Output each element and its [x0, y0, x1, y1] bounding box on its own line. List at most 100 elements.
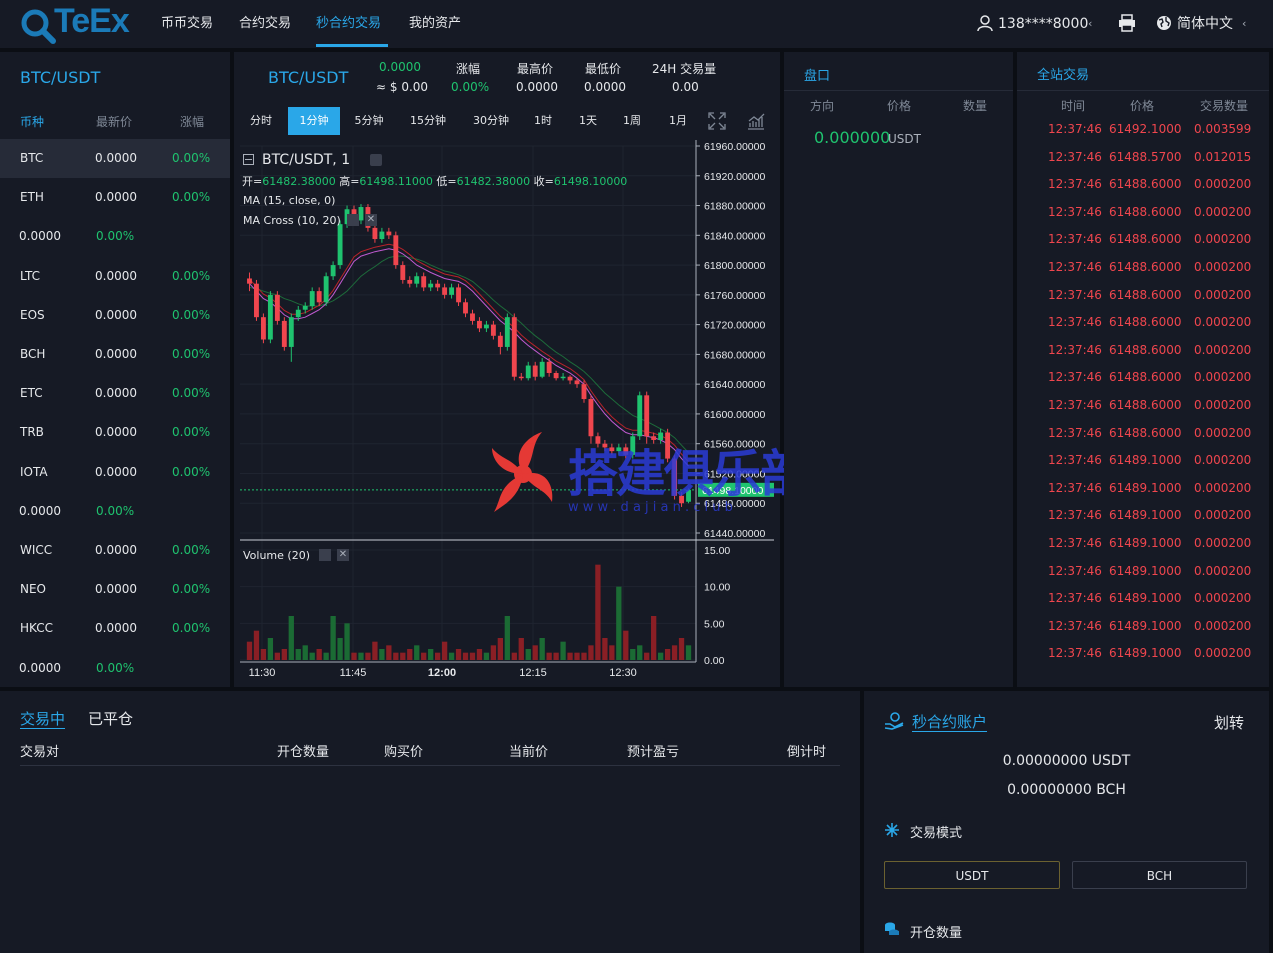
- volume-bar: [421, 652, 427, 660]
- price-tick-label: 61840.00000: [704, 230, 765, 242]
- market-row[interactable]: BCH 0.0000 0.00%: [0, 335, 230, 374]
- candle-body: [372, 227, 378, 240]
- ma-settings-icon[interactable]: [347, 214, 359, 226]
- candle-body: [428, 283, 434, 288]
- candle-body: [483, 324, 489, 329]
- volume-bar: [657, 652, 664, 660]
- watermark-logo-icon: [492, 432, 553, 512]
- col-change: 涨幅: [180, 115, 205, 129]
- legend-high: 61498.11000: [359, 175, 433, 188]
- user-chevron-icon[interactable]: ‹: [1088, 0, 1092, 48]
- ma-close-icon[interactable]: ✕: [365, 214, 377, 226]
- market-row[interactable]: 0.0000 0.00%: [0, 649, 230, 688]
- trade-row-time: 12:37:46: [1048, 563, 1102, 578]
- account-title[interactable]: 秒合约账户: [912, 711, 987, 732]
- trade-row-quantity: 0.000200: [1194, 398, 1252, 412]
- legend-close-label: 收=: [533, 175, 554, 188]
- candle-body: [407, 279, 413, 284]
- candle-body: [358, 207, 364, 221]
- volume-bar: [246, 641, 253, 660]
- market-row[interactable]: NEO 0.0000 0.00%: [0, 570, 230, 609]
- trade-row-time: 12:37:46: [1048, 398, 1102, 412]
- market-row[interactable]: WICC 0.0000 0.00%: [0, 531, 230, 570]
- volume-bar: [525, 649, 531, 660]
- timeframe-button[interactable]: 1周: [620, 107, 644, 135]
- volume-bar: [407, 649, 413, 660]
- timeframe-button[interactable]: 分时: [246, 107, 276, 135]
- volume-bar: [253, 630, 260, 660]
- fullscreen-icon[interactable]: [707, 111, 727, 131]
- market-row-coin: WICC: [20, 543, 53, 557]
- market-row-change: 0.00%: [172, 425, 211, 440]
- nav-contract-trading[interactable]: 合约交易: [239, 0, 291, 48]
- legend-settings-icon[interactable]: [370, 154, 382, 166]
- language-selector[interactable]: 简体中文: [1177, 0, 1233, 48]
- trade-row-price: 61488.6000: [1109, 177, 1182, 192]
- trade-row: 12:37:46 61489.1000 0.000200: [1017, 475, 1269, 502]
- trade-row-price: 61489.1000: [1109, 480, 1182, 495]
- candle-body: [247, 278, 252, 284]
- coins-icon: [885, 922, 899, 935]
- market-row[interactable]: IOTA 0.0000 0.00%: [0, 453, 230, 492]
- market-row[interactable]: EOS 0.0000 0.00%: [0, 296, 230, 335]
- legend-symbol: BTC/USDT, 1: [262, 152, 351, 168]
- mode-usdt-button[interactable]: USDT: [884, 861, 1060, 889]
- market-row[interactable]: 0.0000 0.00%: [0, 492, 230, 531]
- volume-close-icon[interactable]: ✕: [337, 549, 349, 561]
- teex-logo[interactable]: TeEx: [20, 2, 140, 44]
- market-row[interactable]: LTC 0.0000 0.00%: [0, 257, 230, 296]
- price-tick-label: 61920.00000: [704, 171, 765, 183]
- globe-icon[interactable]: [1156, 15, 1172, 31]
- market-row-change: 0.00%: [96, 229, 135, 244]
- candle-body: [490, 324, 496, 336]
- time-tick-label: 12:30: [609, 667, 637, 679]
- tab-open-positions[interactable]: 交易中: [20, 708, 65, 729]
- candle-body: [518, 376, 524, 379]
- trade-row-time: 12:37:46: [1048, 453, 1102, 468]
- trade-row: 12:37:46 61489.1000 0.000200: [1017, 613, 1269, 640]
- user-account-label[interactable]: 138****8000: [998, 0, 1088, 48]
- tab-closed-positions[interactable]: 已平仓: [88, 708, 133, 729]
- market-row[interactable]: ETH 0.0000 0.00%: [0, 178, 230, 217]
- transfer-button[interactable]: 划转: [1214, 712, 1244, 733]
- volume-bar: [330, 616, 336, 660]
- trade-row-quantity: 0.000200: [1194, 204, 1252, 219]
- nav-my-assets[interactable]: 我的资产: [409, 0, 461, 48]
- ticker-last-price: 0.0000: [379, 60, 421, 74]
- volume-bar: [623, 630, 629, 660]
- ticker-change: 0.00%: [451, 80, 490, 94]
- user-icon[interactable]: [977, 15, 993, 32]
- mode-bch-button[interactable]: BCH: [1072, 861, 1247, 889]
- market-row-coin: BTC: [20, 151, 44, 165]
- timeframe-button[interactable]: 1时: [531, 107, 555, 135]
- nav-spot-trading[interactable]: 币币交易: [161, 0, 213, 48]
- market-row[interactable]: TRB 0.0000 0.00%: [0, 413, 230, 452]
- market-row-price: 0.0000: [95, 621, 137, 636]
- timeframe-button[interactable]: 30分钟: [468, 107, 514, 135]
- market-row[interactable]: HKCC 0.0000 0.00%: [0, 609, 230, 648]
- legend-low-label: 低=: [436, 175, 457, 188]
- market-row-price: 0.0000: [95, 386, 137, 401]
- col-latest-price: 最新价: [96, 115, 133, 129]
- timeframe-button[interactable]: 5分钟: [351, 107, 387, 135]
- timeframe-button[interactable]: 1分钟: [288, 107, 340, 135]
- printer-icon[interactable]: [1118, 14, 1136, 32]
- timeframe-bar: 分时 1分钟 5分钟 15分钟 30分钟 1时 1天 1周 1月: [234, 107, 780, 135]
- market-row[interactable]: BTC 0.0000 0.00%: [0, 139, 230, 178]
- market-list-panel: BTC/USDT 币种 最新价 涨幅 BTC 0.0000 0.00% ETH 0.00…: [0, 52, 230, 687]
- nav-second-contract[interactable]: 秒合约交易: [316, 0, 381, 48]
- trade-row-quantity: 0.000200: [1194, 536, 1252, 550]
- market-row[interactable]: ETC 0.0000 0.00%: [0, 374, 230, 413]
- indicator-icon[interactable]: [746, 111, 766, 131]
- volume-settings-icon[interactable]: [319, 549, 331, 561]
- timeframe-button[interactable]: 15分钟: [405, 107, 451, 135]
- trade-row-price: 61488.6000: [1109, 342, 1182, 357]
- timeframe-button[interactable]: 1天: [576, 107, 600, 135]
- timeframe-button[interactable]: 1月: [666, 107, 690, 135]
- trade-row-price: 61488.6000: [1109, 232, 1182, 247]
- trade-row-time: 12:37:46: [1048, 508, 1102, 523]
- market-row[interactable]: 0.0000 0.00%: [0, 217, 230, 256]
- trade-row-time: 12:37:46: [1048, 591, 1102, 606]
- trade-row-quantity: 0.000200: [1194, 453, 1252, 468]
- language-chevron-icon[interactable]: ‹: [1242, 0, 1246, 48]
